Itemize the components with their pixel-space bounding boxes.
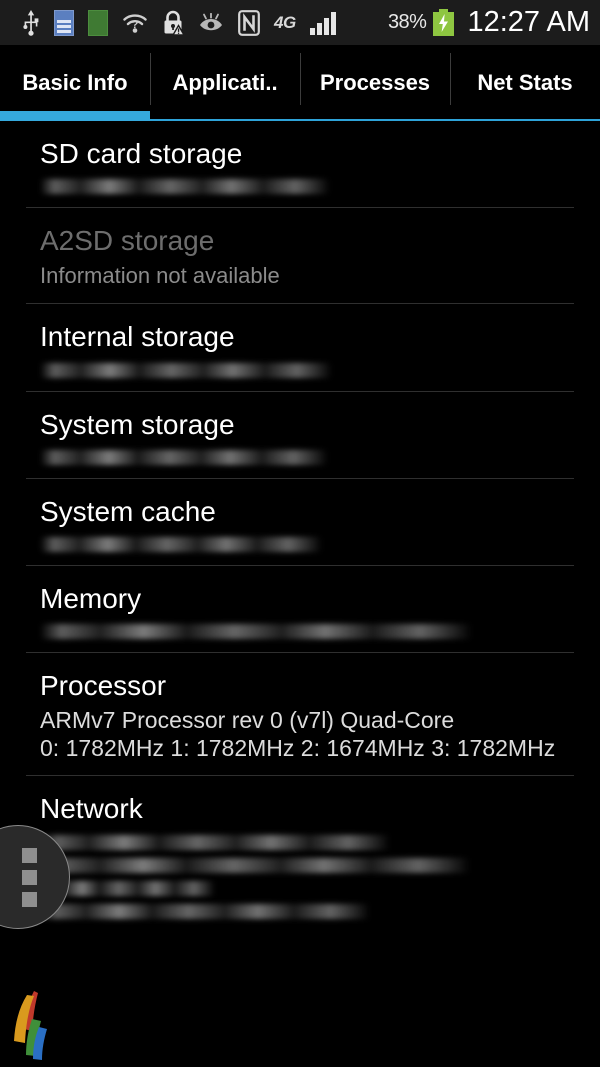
tab-basic-info-label: Basic Info [22, 70, 128, 95]
drag-handle-dots-icon [21, 847, 37, 907]
processor-clocks: 0: 1782MHz 1: 1782MHz 2: 1674MHz 3: 1782… [40, 735, 556, 762]
battery-charging-icon [433, 9, 455, 36]
redacted-value [40, 834, 574, 919]
usb-icon [22, 9, 40, 36]
tab-basic-info-underline [0, 111, 150, 121]
lock-warning-icon [162, 10, 184, 36]
list-item-processor[interactable]: Processor ARMv7 Processor rev 0 (v7l) Qu… [0, 653, 600, 777]
nfc-icon [238, 9, 260, 36]
redacted-value [40, 179, 574, 195]
eye-icon [198, 12, 224, 33]
list-item-a2sd-storage[interactable]: A2SD storage Information not available [0, 208, 600, 305]
tab-basic-info[interactable]: Basic Info [0, 45, 150, 121]
battery-percent-label: 38% [387, 11, 427, 33]
list-item-system-storage[interactable]: System storage [0, 392, 600, 479]
svg-text:?: ? [132, 19, 139, 31]
section-title: System storage [40, 408, 235, 440]
tab-net-stats[interactable]: Net Stats [450, 45, 600, 121]
wifi-question-icon: ? [122, 11, 148, 35]
network-type-label: 4G [274, 12, 296, 32]
app-root: ? 4G 38% 12:27 AM Basic Info Applicati..… [0, 0, 600, 1067]
signal-bars-icon [309, 11, 336, 35]
section-title: A2SD storage [40, 225, 215, 257]
document-sync-icon [54, 9, 74, 36]
processor-model: ARMv7 Processor rev 0 (v7l) Quad-Core [40, 707, 455, 734]
section-title: Network [40, 793, 143, 825]
tab-bar: Basic Info Applicati.. Processes Net Sta… [0, 45, 600, 121]
tab-processes-label: Processes [319, 70, 431, 95]
list-item-internal-storage[interactable]: Internal storage [0, 304, 600, 392]
tab-applications-label: Applicati.. [172, 70, 278, 95]
list-item-system-cache[interactable]: System cache [0, 479, 600, 566]
section-title: System cache [40, 495, 216, 527]
green-square-icon [88, 9, 108, 36]
redacted-value [40, 449, 574, 465]
section-title: SD card storage [40, 138, 243, 169]
watermark-logo [8, 989, 62, 1063]
info-list[interactable]: SD card storage A2SD storage Information… [0, 121, 600, 933]
clock-label: 12:27 AM [467, 6, 590, 38]
redacted-value [40, 536, 574, 552]
list-item-memory[interactable]: Memory [0, 566, 600, 654]
list-item-sd-card-storage[interactable]: SD card storage [0, 121, 600, 209]
list-item-network[interactable]: Network [0, 776, 600, 932]
section-value: Information not available [40, 263, 280, 289]
status-bar-right: 38% 12:27 AM [388, 6, 590, 39]
tab-applications[interactable]: Applicati.. [150, 45, 300, 121]
redacted-value [40, 624, 574, 640]
status-bar-left-icons: ? 4G [22, 9, 388, 36]
tab-processes[interactable]: Processes [300, 45, 450, 121]
status-bar: ? 4G 38% 12:27 AM [0, 0, 600, 45]
tab-net-stats-label: Net Stats [477, 70, 573, 95]
section-title: Memory [40, 582, 142, 614]
section-title: Internal storage [40, 321, 235, 353]
section-title: Processor [40, 670, 167, 702]
redacted-value [40, 362, 574, 378]
